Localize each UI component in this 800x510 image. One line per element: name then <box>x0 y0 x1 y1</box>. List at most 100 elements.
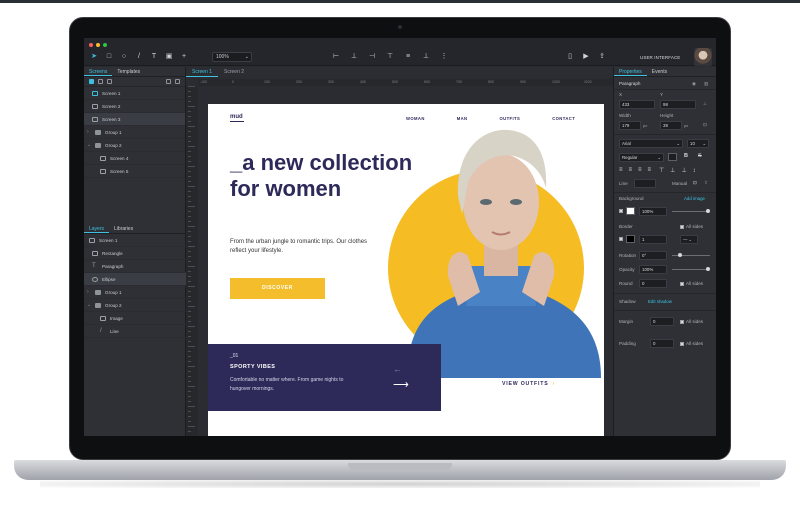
layer-item[interactable]: ⌄ Group 2 <box>84 299 186 312</box>
width-field[interactable]: 179 <box>619 121 641 130</box>
all-sides-checkbox[interactable] <box>680 225 684 229</box>
line-tool-icon[interactable]: / <box>135 53 143 61</box>
play-icon[interactable]: ▶ <box>582 53 590 61</box>
caret-down-icon[interactable]: ⌄ <box>87 142 91 148</box>
margin-all-sides-checkbox[interactable] <box>680 320 684 324</box>
tab-screens[interactable]: Screens <box>84 67 113 76</box>
align-bottom-icon[interactable]: ⊥ <box>422 53 430 61</box>
ellipse-tool-icon[interactable]: ○ <box>120 53 128 61</box>
avatar[interactable] <box>694 48 712 66</box>
slider-handle[interactable] <box>706 209 710 213</box>
distribute-icon[interactable]: ⋮ <box>440 53 448 61</box>
list-item[interactable]: Screen 4 <box>84 152 185 165</box>
pointer-tool-icon[interactable]: ➤ <box>90 53 98 61</box>
slider-handle[interactable] <box>706 267 710 271</box>
height-unit[interactable]: px <box>684 123 688 128</box>
list-item[interactable]: › Group 1 <box>84 126 185 139</box>
background-opacity-slider[interactable] <box>672 211 710 212</box>
list-view-icon[interactable] <box>166 79 171 84</box>
rectangle-tool-icon[interactable]: □ <box>105 53 113 61</box>
caret-right-icon[interactable]: › <box>87 289 91 295</box>
rotation-field[interactable]: 0° <box>639 251 667 260</box>
round-all-sides-checkbox[interactable] <box>680 282 684 286</box>
vertical-align-icons[interactable]: ⊤⊥⊥↕ <box>659 167 702 174</box>
brand-logo[interactable]: mud <box>230 114 243 120</box>
font-family-select[interactable]: Arial ⌄ <box>619 139 683 148</box>
tab-templates[interactable]: Templates <box>112 67 145 76</box>
add-image-link[interactable]: Add image <box>684 196 705 201</box>
visibility-icon[interactable]: ◉ <box>692 81 696 87</box>
layer-item[interactable]: Ellipse <box>84 273 186 286</box>
add-folder-icon[interactable] <box>98 79 103 84</box>
caret-down-icon[interactable]: ⌄ <box>87 302 91 308</box>
layer-item[interactable]: / Line <box>84 325 186 338</box>
line-height-field[interactable] <box>634 179 656 188</box>
width-unit[interactable]: px <box>643 123 647 128</box>
tab-screen-2[interactable]: Screen 2 <box>218 67 250 77</box>
background-checkbox[interactable] <box>619 209 623 213</box>
list-item[interactable]: Screen 5 <box>84 165 185 178</box>
align-right-icon[interactable]: ⊣ <box>368 53 376 61</box>
layer-item[interactable]: Image <box>84 312 186 325</box>
strikethrough-icon[interactable]: S <box>698 153 702 159</box>
delete-icon[interactable]: ▥ <box>704 81 708 87</box>
align-center-icon[interactable]: ⊥ <box>350 53 358 61</box>
height-field[interactable]: 39 <box>660 121 682 130</box>
more-icon[interactable]: ⇪ <box>704 180 708 186</box>
tab-layers[interactable]: Layers <box>84 224 110 233</box>
promo-card[interactable]: _01 SPORTY VIBES Comfortable no matter w… <box>208 344 441 411</box>
view-outfits-link[interactable]: VIEW OUTFITS › <box>502 381 555 387</box>
project-name[interactable]: USER INTERFACE <box>640 55 680 60</box>
margin-field[interactable]: 0 <box>650 317 674 326</box>
tab-screen-1[interactable]: Screen 1 <box>186 67 219 77</box>
add-tool-icon[interactable]: + <box>180 53 188 61</box>
font-size-select[interactable]: 10 ⌄ <box>687 139 709 148</box>
text-tool-icon[interactable]: T <box>150 53 158 61</box>
background-color-swatch[interactable] <box>626 207 635 215</box>
border-width-field[interactable]: 1 <box>639 235 667 244</box>
text-align-icons[interactable]: ≡≡≡≡ <box>619 167 657 173</box>
layer-item[interactable]: Rectangle <box>84 247 186 260</box>
arrow-right-icon[interactable]: ⟶ <box>393 378 409 391</box>
artboard[interactable]: mud WOMAN MAN OUTFITS CONTACT _a new col… <box>208 104 604 436</box>
tab-events[interactable]: Events <box>647 67 672 76</box>
grid-view-icon[interactable] <box>175 79 180 84</box>
slider-handle[interactable] <box>678 253 682 257</box>
padding-all-sides-checkbox[interactable] <box>680 342 684 346</box>
padding-field[interactable]: 0 <box>650 339 674 348</box>
font-weight-select[interactable]: Regular ⌄ <box>619 153 664 162</box>
layer-item[interactable]: T Paragraph <box>84 260 186 273</box>
tab-properties[interactable]: Properties <box>614 67 647 76</box>
lock-icon[interactable]: ⊡ <box>703 122 707 128</box>
image-tool-icon[interactable]: ▣ <box>165 53 173 61</box>
export-icon[interactable]: ⇪ <box>598 53 606 61</box>
opacity-slider[interactable] <box>672 269 710 270</box>
device-preview-icon[interactable]: ▯ <box>566 53 574 61</box>
add-screen-icon[interactable] <box>89 79 94 84</box>
border-style-select[interactable]: — ⌄ <box>680 235 698 244</box>
list-item[interactable]: ⌄ Group 2 <box>84 139 185 152</box>
y-field[interactable]: 98 <box>660 100 696 109</box>
minimize-window-dot[interactable] <box>96 43 100 47</box>
manual-label[interactable]: Manual <box>672 181 687 186</box>
border-checkbox[interactable] <box>619 237 623 241</box>
align-top-icon[interactable]: ⊤ <box>386 53 394 61</box>
text-color-swatch[interactable] <box>668 153 677 161</box>
layer-item[interactable]: Screen 1 <box>84 234 186 247</box>
background-opacity-field[interactable]: 100% <box>639 207 667 216</box>
caret-right-icon[interactable]: › <box>87 129 91 135</box>
tab-libraries[interactable]: Libraries <box>109 224 138 233</box>
edit-shadow-link[interactable]: Edit shadow <box>648 299 672 304</box>
pin-icon[interactable]: ⊥ <box>703 101 707 107</box>
opacity-field[interactable]: 100% <box>639 265 667 274</box>
zoom-select[interactable]: 100% ⌄ <box>212 52 252 62</box>
maximize-window-dot[interactable] <box>103 43 107 47</box>
resize-icon[interactable]: ⊡ <box>693 180 697 186</box>
discover-button[interactable]: DISCOVER <box>230 278 325 299</box>
align-middle-icon[interactable]: ≡ <box>404 53 412 61</box>
list-item[interactable]: Screen 1 <box>84 87 185 100</box>
duplicate-icon[interactable] <box>107 79 112 84</box>
round-field[interactable]: 0 <box>639 279 667 288</box>
arrow-left-icon[interactable]: ← <box>393 364 402 374</box>
x-field[interactable]: 433 <box>619 100 655 109</box>
